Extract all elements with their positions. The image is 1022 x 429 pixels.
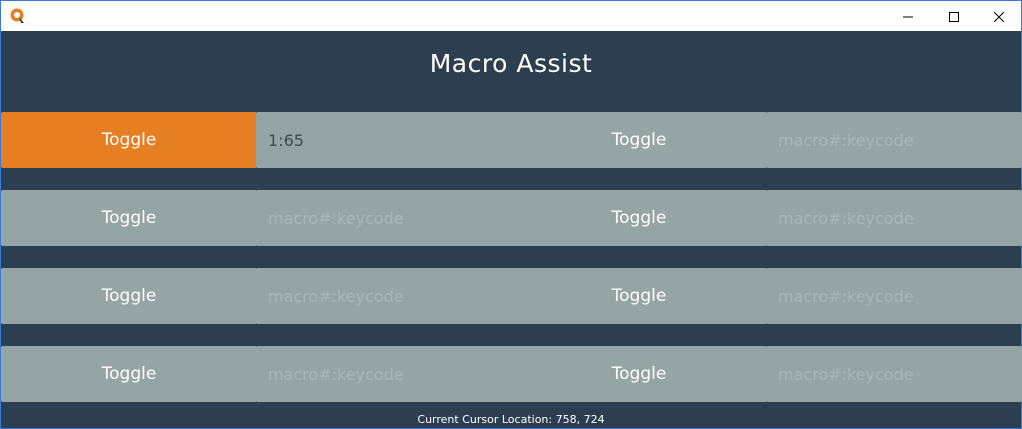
macro-input-placeholder: macro#:keycode [268, 208, 404, 228]
close-icon [993, 7, 1005, 26]
toggle-button[interactable]: Toggle [1, 268, 257, 324]
title-bar[interactable] [1, 1, 1021, 31]
macro-input[interactable]: macro#:keycode [256, 190, 513, 246]
macro-input-value: 1:65 [268, 130, 304, 150]
macro-input[interactable]: macro#:keycode [256, 346, 513, 402]
macro-input-placeholder: macro#:keycode [268, 364, 404, 384]
toggle-button[interactable]: Toggle [1, 190, 257, 246]
macro-input[interactable]: 1:65 [256, 112, 513, 168]
toggle-button[interactable]: Toggle [511, 112, 767, 168]
macro-row: Toggle macro#:keycode Toggle macro#:keyc… [1, 346, 1022, 402]
toggle-button[interactable]: Toggle [511, 268, 767, 324]
app-window: Macro Assist Toggle 1:65 Toggle macro#:k… [0, 0, 1022, 429]
macro-input-placeholder: macro#:keycode [778, 286, 914, 306]
macro-row: Toggle macro#:keycode Toggle macro#:keyc… [1, 268, 1022, 324]
macro-input-placeholder: macro#:keycode [778, 208, 914, 228]
macro-input-placeholder: macro#:keycode [778, 364, 914, 384]
cursor-location-status: Current Cursor Location: 758, 724 [417, 413, 605, 426]
maximize-button[interactable] [931, 1, 977, 31]
close-button[interactable] [976, 1, 1022, 31]
macro-row: Toggle 1:65 Toggle macro#:keycode [1, 112, 1022, 168]
macro-input-placeholder: macro#:keycode [778, 130, 914, 150]
macro-input[interactable]: macro#:keycode [766, 346, 1022, 402]
page-title: Macro Assist [429, 49, 593, 78]
maximize-icon [949, 7, 959, 26]
app-logo-icon [10, 8, 26, 24]
macro-input[interactable]: macro#:keycode [766, 190, 1022, 246]
minimize-icon [903, 7, 913, 26]
macro-input[interactable]: macro#:keycode [766, 112, 1022, 168]
macro-input[interactable]: macro#:keycode [256, 268, 513, 324]
toggle-button[interactable]: Toggle [511, 346, 767, 402]
minimize-button[interactable] [885, 1, 931, 31]
macro-input[interactable]: macro#:keycode [766, 268, 1022, 324]
toggle-button[interactable]: Toggle [1, 112, 257, 168]
toggle-button[interactable]: Toggle [511, 190, 767, 246]
toggle-button[interactable]: Toggle [1, 346, 257, 402]
macro-row: Toggle macro#:keycode Toggle macro#:keyc… [1, 190, 1022, 246]
macro-input-placeholder: macro#:keycode [268, 286, 404, 306]
